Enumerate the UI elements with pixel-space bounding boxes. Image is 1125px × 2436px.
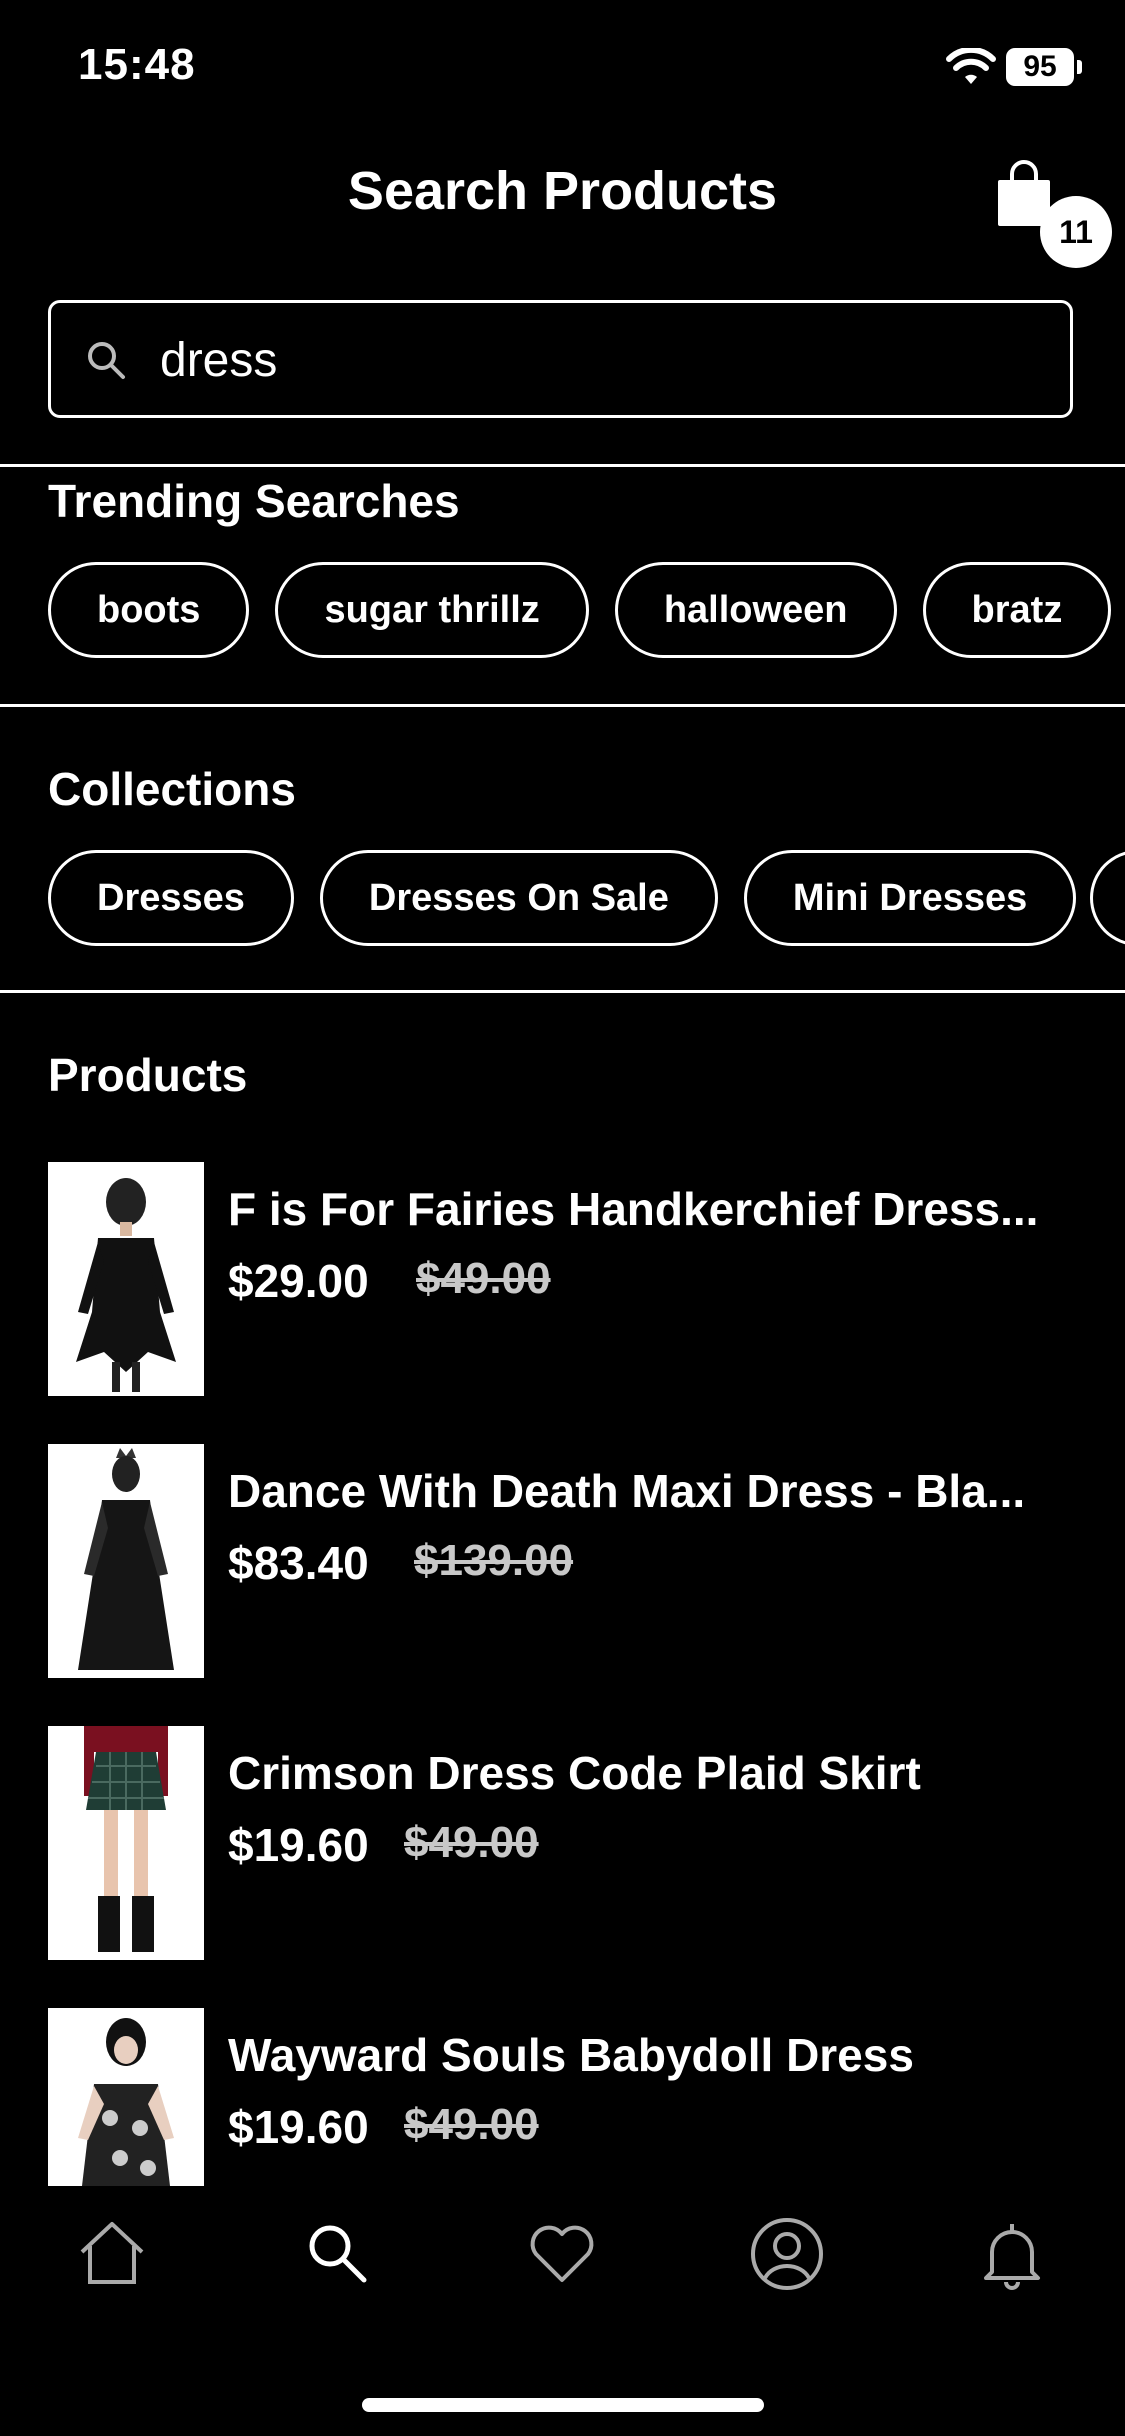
status-time: 15:48 xyxy=(78,40,196,89)
wifi-icon xyxy=(946,48,996,84)
divider xyxy=(0,704,1125,707)
trending-chip[interactable]: halloween xyxy=(614,562,897,658)
collection-chip[interactable]: Dresses xyxy=(48,850,294,946)
product-image xyxy=(48,1726,204,1960)
product-image xyxy=(48,2008,204,2186)
cart-count-badge: 11 xyxy=(1040,196,1112,268)
trending-chip[interactable]: boots xyxy=(48,562,250,658)
product-price: $83.40 xyxy=(228,1537,369,1589)
product-old-price: $49.00 xyxy=(404,2100,539,2149)
search-icon[interactable] xyxy=(298,2214,378,2294)
products-title: Products xyxy=(48,1049,248,1101)
bell-icon[interactable] xyxy=(972,2214,1052,2294)
home-indicator xyxy=(362,2398,764,2412)
product-image xyxy=(48,1444,204,1678)
product-name: Dance With Death Maxi Dress - Bla... xyxy=(228,1465,1026,1517)
collection-chip[interactable]: Dresses On Sale xyxy=(319,850,718,946)
product-price: $29.00 xyxy=(228,1255,369,1307)
search-icon xyxy=(88,342,125,379)
trending-chip[interactable]: bratz xyxy=(922,562,1112,658)
product-price: $19.60 xyxy=(228,2101,369,2153)
heart-icon[interactable] xyxy=(522,2214,602,2294)
product-name: Wayward Souls Babydoll Dress xyxy=(228,2029,914,2081)
home-icon[interactable] xyxy=(72,2214,152,2294)
trending-title: Trending Searches xyxy=(48,475,460,527)
collections-title: Collections xyxy=(48,763,296,815)
battery-tip xyxy=(1077,60,1082,74)
product-name: F is For Fairies Handkerchief Dress... xyxy=(228,1183,1039,1235)
product-price: $19.60 xyxy=(228,1819,369,1871)
product-old-price: $49.00 xyxy=(416,1254,551,1303)
trending-chip[interactable]: sugar thrillz xyxy=(275,562,589,658)
collection-chip[interactable]: Mini Dresses xyxy=(743,850,1077,946)
trending-chips: boots sugar thrillz halloween bratz xyxy=(48,562,1112,658)
collection-chip-partial[interactable] xyxy=(1090,850,1125,946)
product-old-price: $139.00 xyxy=(414,1536,574,1585)
battery-indicator: 95 xyxy=(1006,48,1074,86)
product-item[interactable]: Dance With Death Maxi Dress - Bla... $83… xyxy=(48,1444,1088,1678)
search-input[interactable] xyxy=(160,318,1040,402)
product-image xyxy=(48,1162,204,1396)
page-title: Search Products xyxy=(347,161,778,221)
product-old-price: $49.00 xyxy=(404,1818,539,1867)
product-item[interactable]: Crimson Dress Code Plaid Skirt $19.60 $4… xyxy=(48,1726,1088,1960)
profile-icon[interactable] xyxy=(747,2214,827,2294)
divider xyxy=(0,990,1125,993)
divider xyxy=(0,464,1125,467)
collection-chips: Dresses Dresses On Sale Mini Dresses xyxy=(48,850,1077,946)
product-item[interactable]: F is For Fairies Handkerchief Dress... $… xyxy=(48,1162,1088,1396)
product-name: Crimson Dress Code Plaid Skirt xyxy=(228,1747,921,1799)
